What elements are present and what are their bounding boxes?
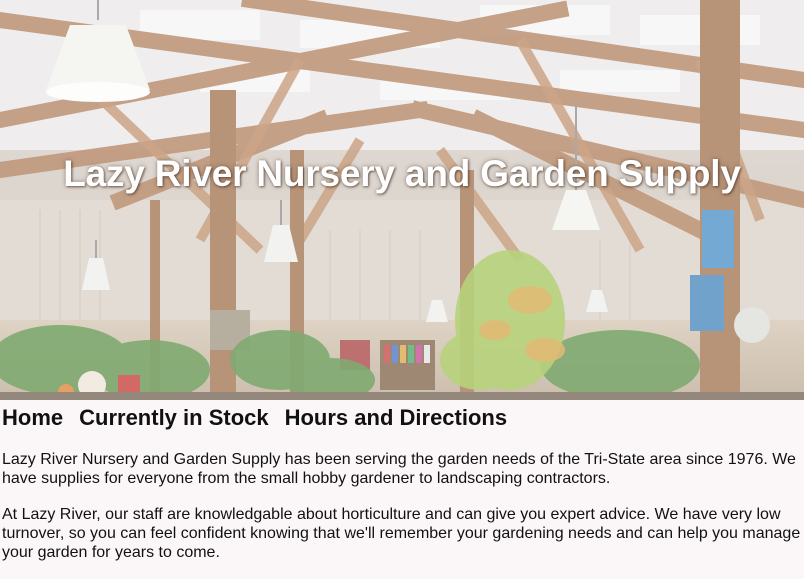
- nav-link-hours-and-directions[interactable]: Hours and Directions: [285, 404, 507, 432]
- hero-banner: Lazy River Nursery and Garden Supply: [0, 0, 804, 400]
- nav-link-currently-in-stock[interactable]: Currently in Stock: [79, 404, 268, 432]
- site-title: Lazy River Nursery and Garden Supply: [63, 153, 741, 194]
- nav-link-home[interactable]: Home: [2, 404, 63, 432]
- intro-paragraph: Lazy River Nursery and Garden Supply has…: [2, 451, 796, 487]
- photo-overlay: [0, 0, 804, 400]
- main-content: Lazy River Nursery and Garden Supply has…: [2, 450, 802, 579]
- main-nav: Home Currently in Stock Hours and Direct…: [2, 404, 523, 432]
- staff-paragraph: At Lazy River, our staff are knowledgabl…: [2, 506, 801, 561]
